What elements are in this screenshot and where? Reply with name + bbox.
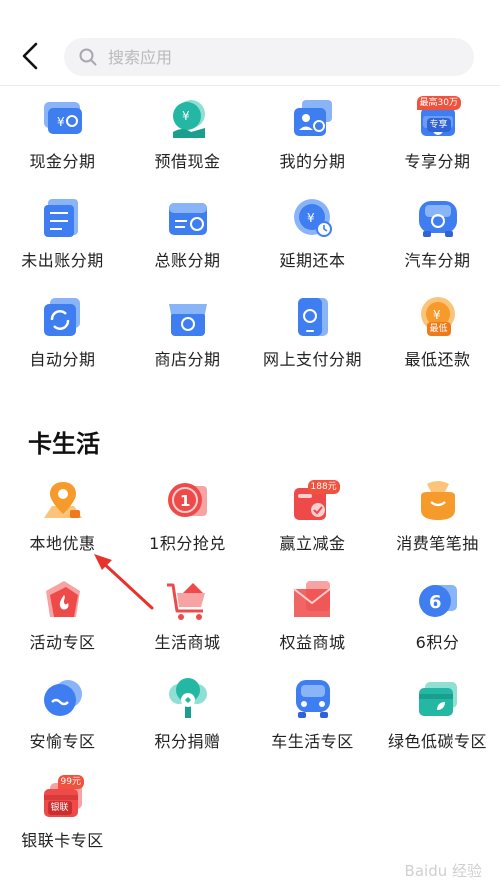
app-label: 银联卡专区 — [21, 831, 104, 850]
app-label: 未出账分期 — [21, 251, 104, 270]
app-label: 权益商城 — [279, 633, 346, 652]
amount-badge: 99元 — [57, 775, 84, 789]
app-label: 车生活专区 — [271, 732, 354, 751]
app-green-low-carbon-zone[interactable]: 绿色低碳专区 — [375, 676, 500, 775]
exclusive-installment-icon: 最高30万 专享 — [415, 96, 461, 142]
app-label: 专享分期 — [404, 152, 471, 171]
chevron-left-icon — [22, 42, 38, 70]
car-life-zone-icon — [290, 676, 336, 722]
top-bar — [0, 0, 500, 86]
auto-installment-icon — [40, 294, 86, 340]
store-installment-icon — [165, 294, 211, 340]
minimum-badge: 最低 — [426, 322, 451, 336]
app-label: 汽车分期 — [404, 251, 471, 270]
app-cash-advance[interactable]: ¥ 预借现金 — [125, 96, 250, 195]
app-win-discount[interactable]: 188元 赢立减金 — [250, 478, 375, 577]
app-label: 总账分期 — [154, 251, 221, 270]
app-label: 消费笔笔抽 — [396, 534, 479, 553]
app-minimum-payment[interactable]: ¥ 最低 最低还款 — [375, 294, 500, 393]
app-points-donation[interactable]: 积分捐赠 — [125, 676, 250, 775]
svg-text:6: 6 — [429, 592, 442, 613]
app-six-points[interactable]: 6 6积分 — [375, 577, 500, 676]
app-label: 网上支付分期 — [262, 350, 362, 369]
deferred-principal-icon: ¥ — [290, 195, 336, 241]
unionpay-badge: 银联 — [47, 801, 72, 815]
exclusive-badge: 专享 — [426, 118, 451, 132]
amount-badge: 188元 — [307, 480, 340, 494]
svg-text:1: 1 — [180, 492, 190, 510]
app-deferred-principal[interactable]: ¥ 延期还本 — [250, 195, 375, 294]
app-label: 生活商城 — [154, 633, 221, 652]
cash-advance-icon: ¥ — [165, 96, 211, 142]
online-payment-installment-icon — [290, 294, 336, 340]
local-deals-icon — [40, 478, 86, 524]
app-ledger-installment[interactable]: 总账分期 — [125, 195, 250, 294]
app-label: 1积分抢兑 — [149, 534, 226, 553]
green-low-carbon-zone-icon — [415, 676, 461, 722]
unionpay-card-zone-icon: 99元 银联 — [40, 775, 86, 821]
life-mall-icon — [165, 577, 211, 623]
app-spending-lottery[interactable]: 消费笔笔抽 — [375, 478, 500, 577]
svg-text:¥: ¥ — [307, 211, 315, 225]
app-label: 积分捐赠 — [154, 732, 221, 751]
cash-installment-icon: ¥ — [40, 96, 86, 142]
car-installment-icon — [415, 195, 461, 241]
watermark: Baidu 经验 — [404, 862, 482, 880]
app-car-life-zone[interactable]: 车生活专区 — [250, 676, 375, 775]
spending-lottery-icon — [415, 478, 461, 524]
one-point-redeem-icon: 1 — [165, 478, 211, 524]
app-unbilled-installment[interactable]: 未出账分期 — [0, 195, 125, 294]
app-online-payment-installment[interactable]: 网上支付分期 — [250, 294, 375, 393]
app-label: 本地优惠 — [29, 534, 96, 553]
back-button[interactable] — [16, 36, 46, 76]
annotation-arrow-icon — [94, 554, 154, 610]
svg-text:¥: ¥ — [433, 308, 441, 322]
app-my-installment[interactable]: 我的分期 — [250, 96, 375, 195]
search-bar[interactable] — [64, 38, 474, 76]
app-label: 延期还本 — [279, 251, 346, 270]
app-cash-installment[interactable]: ¥ 现金分期 — [0, 96, 125, 195]
app-label: 6积分 — [415, 633, 460, 652]
svg-text:¥: ¥ — [57, 115, 65, 129]
card-life-grid: 本地优惠 1 1积分抢兑 188元 赢立减金 消费笔笔抽 活动专区 生活商城 权… — [0, 478, 500, 874]
app-label: 预借现金 — [154, 152, 221, 171]
anyu-zone-icon — [40, 676, 86, 722]
points-donation-icon — [165, 676, 211, 722]
app-auto-installment[interactable]: 自动分期 — [0, 294, 125, 393]
app-benefits-mall[interactable]: 权益商城 — [250, 577, 375, 676]
app-label: 自动分期 — [29, 350, 96, 369]
ledger-installment-icon — [165, 195, 211, 241]
app-label: 赢立减金 — [279, 534, 346, 553]
app-label: 我的分期 — [279, 152, 346, 171]
app-unionpay-card-zone[interactable]: 99元 银联 银联卡专区 — [0, 775, 125, 874]
app-label: 绿色低碳专区 — [387, 732, 487, 751]
app-store-installment[interactable]: 商店分期 — [125, 294, 250, 393]
app-label: 最低还款 — [404, 350, 471, 369]
installment-grid: ¥ 现金分期 ¥ 预借现金 我的分期 最高30万 专享 专享分期 未出账分期 总… — [0, 96, 500, 393]
unbilled-installment-icon — [40, 195, 86, 241]
win-discount-icon: 188元 — [290, 478, 340, 524]
section-title-card-life: 卡生活 — [28, 430, 100, 458]
six-points-icon: 6 — [415, 577, 461, 623]
app-anyu-zone[interactable]: 安愉专区 — [0, 676, 125, 775]
events-zone-icon — [40, 577, 86, 623]
search-icon — [79, 48, 97, 66]
app-label: 商店分期 — [154, 350, 221, 369]
search-input[interactable] — [108, 47, 438, 67]
app-label: 安愉专区 — [29, 732, 96, 751]
app-label: 活动专区 — [29, 633, 96, 652]
my-installment-icon — [290, 96, 336, 142]
app-label: 现金分期 — [29, 152, 96, 171]
svg-text:¥: ¥ — [182, 109, 190, 123]
app-car-installment[interactable]: 汽车分期 — [375, 195, 500, 294]
benefits-mall-icon — [290, 577, 336, 623]
minimum-payment-icon: ¥ 最低 — [415, 294, 461, 340]
app-exclusive-installment[interactable]: 最高30万 专享 专享分期 — [375, 96, 500, 195]
max-amount-badge: 最高30万 — [416, 96, 461, 110]
